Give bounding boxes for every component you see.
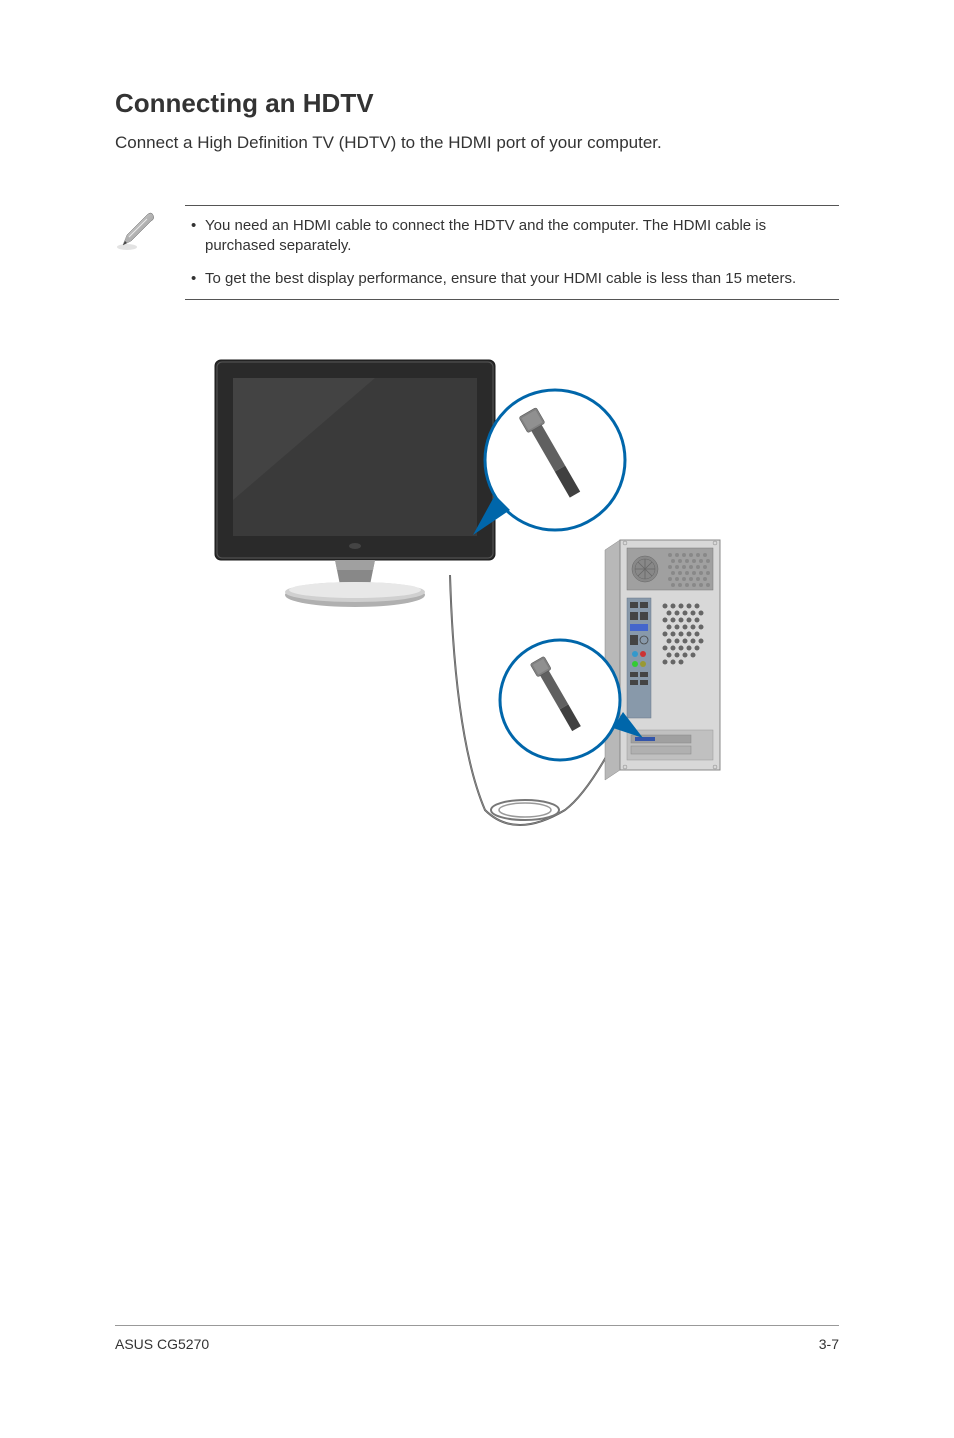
footer-page-number: 3-7	[819, 1336, 839, 1352]
footer-product: ASUS CG5270	[115, 1336, 209, 1352]
page-footer: ASUS CG5270 3-7	[115, 1325, 839, 1352]
hdmi-tv-callout	[473, 390, 625, 535]
hdtv-illustration	[215, 360, 495, 607]
page-heading: Connecting an HDTV	[115, 88, 839, 119]
connection-diagram	[115, 340, 839, 845]
note-item: You need an HDMI cable to connect the HD…	[185, 216, 839, 257]
note-block: You need an HDMI cable to connect the HD…	[115, 205, 839, 300]
intro-paragraph: Connect a High Definition TV (HDTV) to t…	[115, 133, 839, 153]
pc-tower-illustration	[605, 540, 720, 780]
note-item: To get the best display performance, ens…	[185, 269, 839, 289]
pencil-note-icon	[115, 211, 157, 253]
note-content: You need an HDMI cable to connect the HD…	[185, 205, 839, 300]
note-list: You need an HDMI cable to connect the HD…	[185, 216, 839, 289]
